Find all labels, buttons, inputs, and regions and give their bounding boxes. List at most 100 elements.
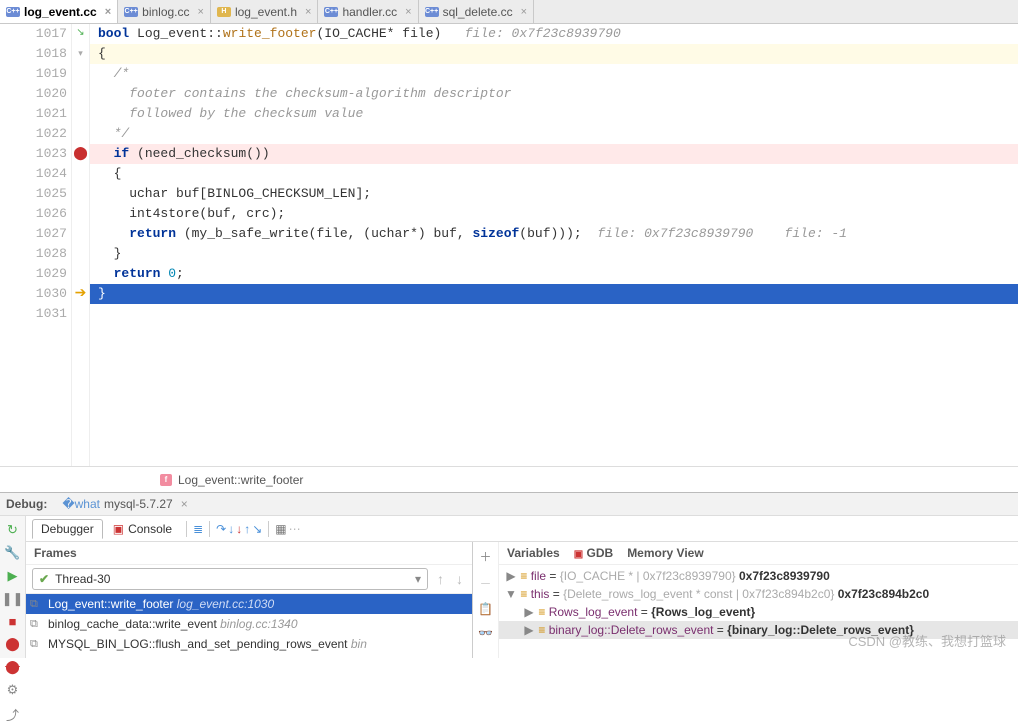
frames-header: Frames [26,542,472,565]
fold-icon[interactable]: ▾ [72,44,89,64]
remove-watch-icon[interactable]: － [479,575,491,592]
code-area[interactable]: bool Log_event::write_footer(IO_CACHE* f… [90,24,1018,466]
paste-icon[interactable]: 📋 [478,602,493,616]
tab-label: sql_delete.cc [443,5,513,19]
code-line[interactable]: } [90,244,1018,264]
close-icon[interactable]: × [517,6,527,18]
debug-main: Debugger ▣Console ≣ ↷ ↓ ↓ ↑ ↘ ▦ ⋯ Frames… [26,516,1018,658]
thread-select[interactable]: ✔ Thread-30 ▾ [32,568,428,590]
file-tab[interactable]: C++ handler.cc × [318,0,418,23]
settings-icon[interactable]: ⚙ [7,682,19,698]
run-to-cursor-icon[interactable]: ↘ [252,522,262,536]
code-line[interactable]: return (my_b_safe_write(file, (uchar*) b… [90,224,1018,244]
file-tab[interactable]: C++ sql_delete.cc × [419,0,534,23]
tab-console[interactable]: ▣Console [105,520,180,538]
cpp-file-icon: C++ [425,7,439,17]
check-icon: ✔ [39,572,49,586]
variable-node[interactable]: ▶ ≡ file = {IO_CACHE * | 0x7f23c8939790}… [499,567,1018,585]
debug-subtabs: Debugger ▣Console ≣ ↷ ↓ ↓ ↑ ↘ ▦ ⋯ [26,516,1018,542]
wrench-icon[interactable]: 🔧 [4,545,20,561]
code-line[interactable]: uchar buf[BINLOG_CHECKSUM_LEN]; [90,184,1018,204]
gdb-tab[interactable]: ▣ GDB [574,546,613,560]
code-line[interactable]: if (need_checksum()) [90,144,1018,164]
file-tab[interactable]: C++binlog.cc× [118,0,211,23]
more-icon[interactable]: ⋯ [289,522,301,536]
debug-run-toolbar: ↻ 🔧 ▶ ❚❚ ■ ⬤ ⬤ ⚙ ⤴ [0,516,26,658]
tab-label: handler.cc [342,5,397,19]
code-line[interactable]: followed by the checksum value [90,104,1018,124]
breadcrumb-function[interactable]: Log_event::write_footer [178,473,303,487]
code-line[interactable]: { [90,164,1018,184]
close-icon[interactable]: × [401,6,411,18]
step-into-icon[interactable]: ↓ [228,522,234,536]
frames-pane: Frames ✔ Thread-30 ▾ ↑ ↓ ⧉Log_event::wri… [26,542,473,658]
force-step-into-icon[interactable]: ↓ [236,522,242,536]
resume-icon[interactable]: ▶ [8,568,18,584]
code-editor[interactable]: 1017101810191020102110221023102410251026… [0,24,1018,466]
memory-tab[interactable]: Memory View [627,546,703,560]
code-line[interactable]: footer contains the checksum-algorithm d… [90,84,1018,104]
step-icon[interactable]: ↘ [72,24,89,44]
code-line[interactable]: /* [90,64,1018,84]
code-line[interactable]: } [90,284,1018,304]
tab-label: log_event.cc [24,5,97,19]
gutter-icons: ↘▾ ⬤ ➔ [72,24,90,466]
close-icon[interactable]: × [194,6,204,18]
close-icon[interactable]: × [101,6,111,18]
chevron-down-icon[interactable]: ▾ [415,572,421,586]
evaluate-icon[interactable]: ▦ [275,522,286,536]
current-line-icon[interactable]: ➔ [72,284,89,304]
file-tab[interactable]: Hlog_event.h × [211,0,319,23]
stack-frame[interactable]: ⧉Log_event::write_footer log_event.cc:10… [26,594,472,614]
line-number-gutter: 1017101810191020102110221023102410251026… [0,24,72,466]
breakpoints-icon[interactable]: ⬤ [5,636,20,652]
pin-icon[interactable]: ⤴ [6,705,19,724]
editor-tabs: C++log_event.cc×C++binlog.cc×Hlog_event.… [0,0,1018,24]
pause-icon[interactable]: ❚❚ [2,591,24,607]
step-out-icon[interactable]: ↑ [244,522,250,536]
breadcrumb-bar: f Log_event::write_footer [0,466,1018,492]
tab-debugger[interactable]: Debugger [32,519,103,539]
variables-tree[interactable]: ▶ ≡ file = {IO_CACHE * | 0x7f23c8939790}… [499,565,1018,658]
code-line[interactable]: { [90,44,1018,64]
variable-node[interactable]: ▼ ≡ this = {Delete_rows_log_event * cons… [499,585,1018,603]
rerun-icon[interactable]: ↻ [7,522,18,538]
debug-toolwindow-header: Debug: �what mysql-5.7.27 × [0,492,1018,516]
code-line[interactable]: return 0; [90,264,1018,284]
variable-node[interactable]: ▶ ≡ binary_log::Delete_rows_event = {bin… [499,621,1018,639]
close-icon[interactable]: × [177,497,188,511]
h-file-icon: H [217,7,231,17]
debug-label: Debug: [6,497,47,511]
frame-down-icon[interactable]: ↓ [453,571,466,587]
frame-up-icon[interactable]: ↑ [434,571,447,587]
code-line[interactable]: int4store(buf, crc); [90,204,1018,224]
variables-tab[interactable]: Variables [507,546,560,560]
cpp-file-icon: C++ [124,7,138,17]
add-watch-icon[interactable]: ＋ [479,548,491,565]
step-over-icon[interactable]: ↷ [216,522,226,536]
cpp-file-icon: C++ [324,7,338,17]
file-tab[interactable]: C++ log_event.cc × [0,0,118,23]
thread-selector-row: ✔ Thread-30 ▾ ↑ ↓ [26,565,472,594]
stack-frame[interactable]: ⧉MYSQL_BIN_LOG::flush_and_set_pending_ro… [26,634,472,654]
close-icon[interactable]: × [301,6,311,18]
code-line[interactable] [90,304,1018,324]
tab-label: log_event.h [235,5,297,19]
mute-bp-icon[interactable]: ⬤ [5,659,20,675]
variables-pane: ＋ － 📋 👓 Variables ▣ GDB Memory View ▶ ≡ … [473,542,1018,658]
code-line[interactable]: */ [90,124,1018,144]
debug-session-tab[interactable]: �what mysql-5.7.27 × [55,493,194,515]
cpp-file-icon: C++ [6,7,20,17]
variables-header: Variables ▣ GDB Memory View [499,542,1018,565]
stack-frame[interactable]: ⧉binlog_cache_data::write_event binlog.c… [26,614,472,634]
code-line[interactable]: bool Log_event::write_footer(IO_CACHE* f… [90,24,1018,44]
stack-frame[interactable]: ⧉THD::binlog_query binlog.cc:12097 [26,654,472,658]
glasses-icon[interactable]: 👓 [478,626,493,640]
stop-icon[interactable]: ■ [9,614,17,629]
variable-node[interactable]: ▶ ≡ Rows_log_event = {Rows_log_event} [499,603,1018,621]
function-icon: f [160,474,172,486]
breakpoint-icon[interactable]: ⬤ [72,144,89,164]
debug-panel: ↻ 🔧 ▶ ❚❚ ■ ⬤ ⬤ ⚙ ⤴ Debugger ▣Console ≣ ↷… [0,516,1018,658]
frames-list[interactable]: ⧉Log_event::write_footer log_event.cc:10… [26,594,472,658]
threads-icon[interactable]: ≣ [193,522,203,536]
